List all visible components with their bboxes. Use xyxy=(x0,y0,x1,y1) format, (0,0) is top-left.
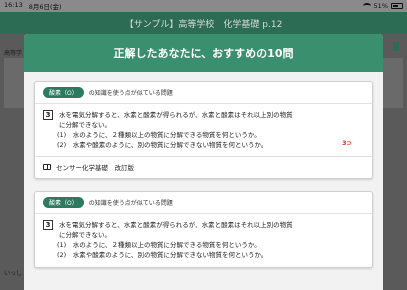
question-card[interactable]: 酸素（O） の知識を使う点が似ている問題 3 水を電気分解すると、水素と酸素が得… xyxy=(34,191,373,268)
question-number: 3 xyxy=(43,110,53,120)
element-tag: 酸素（O） xyxy=(43,197,84,209)
modal-header: 正解したあなたに、おすすめの10問 xyxy=(24,34,383,72)
battery-icon xyxy=(391,3,403,9)
background-label: 高等学 xyxy=(4,50,23,57)
tag-note: の知識を使う点が似ている問題 xyxy=(88,200,173,208)
sub-question: (1) 水のように、２種類以上の物質に分解できる物質を何というか。 xyxy=(57,241,261,250)
background-bookmark xyxy=(393,42,399,51)
status-bar: 16:13 8月6日(金) 51% xyxy=(0,0,407,12)
card-tag-row: 酸素（O） の知識を使う点が似ている問題 xyxy=(35,192,372,215)
source-title: センサー化学基礎 改訂版 xyxy=(56,164,134,173)
status-time: 16:13 xyxy=(4,1,23,9)
card-source: センサー化学基礎 改訂版 xyxy=(35,156,372,178)
question-line: に分解できない。 xyxy=(59,121,111,130)
sub-question: (1) 水のように、２種類以上の物質に分解できる物質を何というか。 xyxy=(57,131,261,140)
question-number: 3 xyxy=(43,220,53,231)
book-icon xyxy=(43,164,51,171)
sub-question: (2) 水素や酸素のように、別の物質に分解できない物質を何というか。 xyxy=(57,251,268,260)
question-body: 3 水を電気分解すると、水素と酸素が得られるが、水素と酸素はそれ以上別の物質 に… xyxy=(35,104,372,156)
tag-note: の知識を使う点が似ている問題 xyxy=(88,90,173,97)
background-text: いっし xyxy=(4,270,23,277)
answer-mark: 3⊃ xyxy=(342,139,352,148)
element-tag: 酸素（O） xyxy=(43,87,84,98)
question-line: 水を電気分解すると、水素と酸素が得られるが、水素と酸素はそれ以上別の物質 xyxy=(59,221,293,230)
question-card[interactable]: 酸素（O） の知識を使う点が似ている問題 3 水を電気分解すると、水素と酸素が得… xyxy=(34,81,373,180)
app-header: 【サンプル】高等学校 化学基礎 p.12 xyxy=(0,12,407,34)
modal-title: 正解したあなたに、おすすめの10問 xyxy=(113,47,294,60)
status-date: 8月6日(金) xyxy=(28,3,62,11)
sub-question: (2) 水素や酸素のように、別の物質に分解できない物質を何というか。 xyxy=(57,141,268,150)
question-line: 水を電気分解すると、水素と酸素が得られるが、水素と酸素はそれ以上別の物質 xyxy=(59,111,293,119)
card-tag-row: 酸素（O） の知識を使う点が似ている問題 xyxy=(35,82,372,104)
recommendation-modal: 正解したあなたに、おすすめの10問 酸素（O） の知識を使う点が似ている問題 3… xyxy=(24,34,383,290)
modal-body[interactable]: 酸素（O） の知識を使う点が似ている問題 3 水を電気分解すると、水素と酸素が得… xyxy=(24,72,383,290)
app-title: 【サンプル】高等学校 化学基礎 p.12 xyxy=(124,19,283,30)
question-body: 3 水を電気分解すると、水素と酸素が得られるが、水素と酸素はそれ以上別の物質 に… xyxy=(35,214,372,266)
wifi-icon xyxy=(362,3,371,9)
question-line: に分解できない。 xyxy=(59,231,111,240)
battery-percent: 51% xyxy=(373,2,388,10)
